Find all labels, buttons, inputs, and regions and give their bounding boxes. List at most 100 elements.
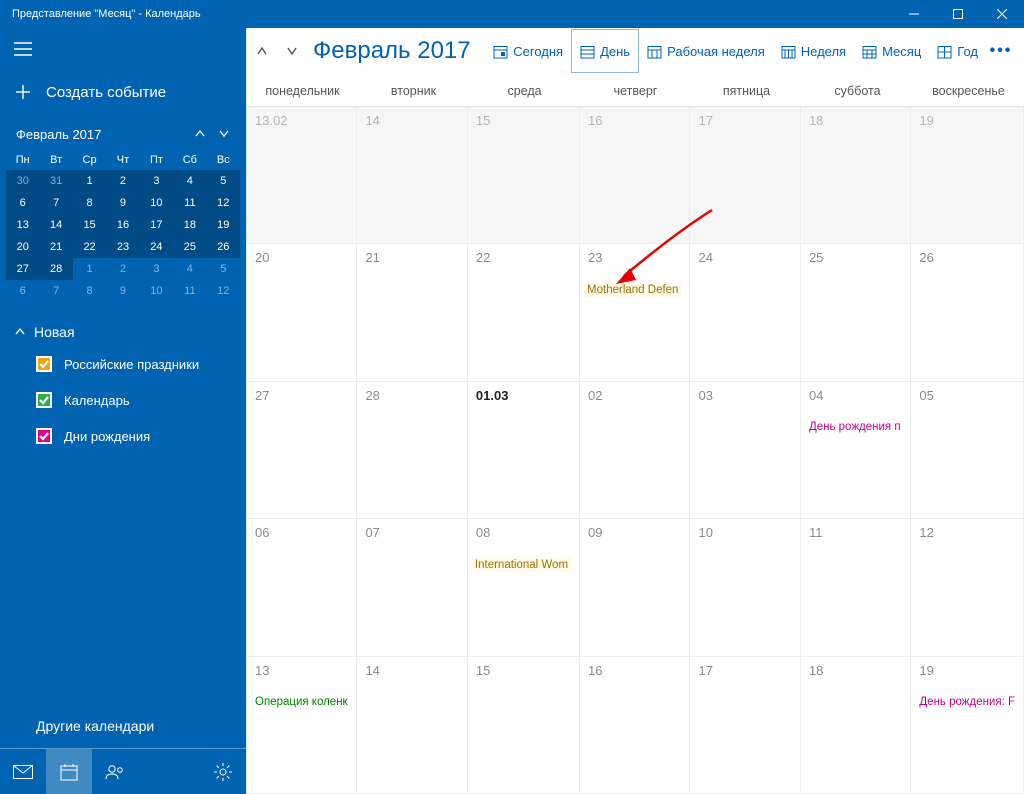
day-cell[interactable]: 14 bbox=[357, 657, 467, 794]
day-cell[interactable]: 02 bbox=[580, 382, 690, 519]
mini-day-cell[interactable]: 7 bbox=[39, 192, 72, 214]
day-cell[interactable]: 13Операция коленк bbox=[247, 657, 357, 794]
mini-day-cell[interactable]: 13 bbox=[6, 214, 39, 236]
mini-day-cell[interactable]: 16 bbox=[106, 214, 139, 236]
mini-day-cell[interactable]: 14 bbox=[39, 214, 72, 236]
mini-day-cell[interactable]: 19 bbox=[207, 214, 240, 236]
calendar-item[interactable]: Календарь bbox=[0, 382, 246, 418]
mini-day-cell[interactable]: 9 bbox=[106, 192, 139, 214]
mini-day-cell[interactable]: 28 bbox=[39, 258, 72, 280]
mini-day-cell[interactable]: 23 bbox=[106, 236, 139, 258]
mini-day-cell[interactable]: 8 bbox=[73, 280, 106, 302]
day-cell[interactable]: 15 bbox=[468, 657, 580, 794]
day-cell[interactable]: 24 bbox=[690, 244, 800, 381]
day-view-button[interactable]: День bbox=[571, 29, 639, 73]
prev-month-button[interactable] bbox=[247, 28, 277, 74]
mini-day-cell[interactable]: 31 bbox=[39, 170, 72, 192]
hamburger-button[interactable] bbox=[0, 28, 246, 70]
calendar-item[interactable]: Российские праздники bbox=[0, 346, 246, 382]
month-view-button[interactable]: Месяц bbox=[854, 29, 929, 73]
mini-day-cell[interactable]: 17 bbox=[140, 214, 173, 236]
mini-prev-button[interactable] bbox=[188, 122, 212, 146]
mini-day-cell[interactable]: 3 bbox=[140, 170, 173, 192]
day-cell[interactable]: 03 bbox=[690, 382, 800, 519]
mini-day-cell[interactable]: 11 bbox=[173, 280, 206, 302]
day-cell[interactable]: 13.02 bbox=[247, 107, 357, 244]
calendar-button[interactable] bbox=[46, 749, 92, 794]
mini-day-cell[interactable]: 11 bbox=[173, 192, 206, 214]
day-cell[interactable]: 22 bbox=[468, 244, 580, 381]
day-cell[interactable]: 16 bbox=[580, 107, 690, 244]
other-calendars[interactable]: Другие календари bbox=[0, 704, 246, 748]
day-cell[interactable]: 25 bbox=[801, 244, 911, 381]
day-cell[interactable]: 06 bbox=[247, 519, 357, 656]
mini-day-cell[interactable]: 26 bbox=[207, 236, 240, 258]
mini-day-cell[interactable]: 4 bbox=[173, 258, 206, 280]
day-cell[interactable]: 17 bbox=[690, 107, 800, 244]
mini-day-cell[interactable]: 4 bbox=[173, 170, 206, 192]
mini-day-cell[interactable]: 1 bbox=[73, 258, 106, 280]
day-cell[interactable]: 26 bbox=[911, 244, 1024, 381]
day-cell[interactable]: 20 bbox=[247, 244, 357, 381]
settings-button[interactable] bbox=[200, 749, 246, 794]
workweek-view-button[interactable]: Рабочая неделя bbox=[639, 29, 773, 73]
day-cell[interactable]: 05 bbox=[911, 382, 1024, 519]
calendar-checkbox[interactable] bbox=[36, 392, 52, 408]
mini-day-cell[interactable]: 5 bbox=[207, 170, 240, 192]
mini-day-cell[interactable]: 25 bbox=[173, 236, 206, 258]
mini-day-cell[interactable]: 2 bbox=[106, 258, 139, 280]
event-chip[interactable]: День рождения: F bbox=[919, 696, 1015, 708]
maximize-button[interactable] bbox=[936, 0, 980, 28]
day-cell[interactable]: 19День рождения: F bbox=[911, 657, 1024, 794]
day-cell[interactable]: 01.03 bbox=[468, 382, 580, 519]
mini-day-cell[interactable]: 10 bbox=[140, 280, 173, 302]
day-cell[interactable]: 23Motherland Defen bbox=[580, 244, 690, 381]
day-cell[interactable]: 08International Wom bbox=[468, 519, 580, 656]
day-cell[interactable]: 11 bbox=[801, 519, 911, 656]
mini-day-cell[interactable]: 7 bbox=[39, 280, 72, 302]
day-cell[interactable]: 28 bbox=[357, 382, 467, 519]
mini-day-cell[interactable]: 24 bbox=[140, 236, 173, 258]
people-button[interactable] bbox=[92, 749, 138, 794]
mini-day-cell[interactable]: 12 bbox=[207, 280, 240, 302]
day-cell[interactable]: 21 bbox=[357, 244, 467, 381]
calendars-section-toggle[interactable]: Новая bbox=[0, 310, 246, 346]
mini-day-cell[interactable]: 12 bbox=[207, 192, 240, 214]
day-cell[interactable]: 07 bbox=[357, 519, 467, 656]
mini-day-cell[interactable]: 2 bbox=[106, 170, 139, 192]
event-chip[interactable]: День рождения п bbox=[809, 421, 902, 433]
calendar-item[interactable]: Дни рождения bbox=[0, 418, 246, 454]
day-cell[interactable]: 18 bbox=[801, 657, 911, 794]
mini-day-cell[interactable]: 6 bbox=[6, 192, 39, 214]
mini-day-cell[interactable]: 8 bbox=[73, 192, 106, 214]
mini-day-cell[interactable]: 30 bbox=[6, 170, 39, 192]
mini-day-cell[interactable]: 10 bbox=[140, 192, 173, 214]
next-month-button[interactable] bbox=[277, 28, 307, 74]
day-cell[interactable]: 19 bbox=[911, 107, 1024, 244]
event-chip[interactable]: International Wom bbox=[472, 558, 571, 572]
mini-day-cell[interactable]: 21 bbox=[39, 236, 72, 258]
day-cell[interactable]: 16 bbox=[580, 657, 690, 794]
mini-day-cell[interactable]: 22 bbox=[73, 236, 106, 258]
mini-day-cell[interactable]: 15 bbox=[73, 214, 106, 236]
week-view-button[interactable]: Неделя bbox=[773, 29, 854, 73]
mini-day-cell[interactable]: 3 bbox=[140, 258, 173, 280]
day-cell[interactable]: 17 bbox=[690, 657, 800, 794]
event-chip[interactable]: Операция коленк bbox=[255, 696, 348, 708]
day-cell[interactable]: 10 bbox=[690, 519, 800, 656]
mini-day-cell[interactable]: 1 bbox=[73, 170, 106, 192]
day-cell[interactable]: 14 bbox=[357, 107, 467, 244]
mini-day-cell[interactable]: 6 bbox=[6, 280, 39, 302]
event-chip[interactable]: Motherland Defen bbox=[584, 283, 681, 297]
mini-day-cell[interactable]: 18 bbox=[173, 214, 206, 236]
calendar-checkbox[interactable] bbox=[36, 428, 52, 444]
more-button[interactable]: ••• bbox=[986, 29, 1016, 73]
mini-day-cell[interactable]: 5 bbox=[207, 258, 240, 280]
calendar-checkbox[interactable] bbox=[36, 356, 52, 372]
day-cell[interactable]: 12 bbox=[911, 519, 1024, 656]
day-cell[interactable]: 27 bbox=[247, 382, 357, 519]
today-button[interactable]: Сегодня bbox=[485, 29, 571, 73]
day-cell[interactable]: 15 bbox=[468, 107, 580, 244]
day-cell[interactable]: 04День рождения п bbox=[801, 382, 911, 519]
day-cell[interactable]: 18 bbox=[801, 107, 911, 244]
